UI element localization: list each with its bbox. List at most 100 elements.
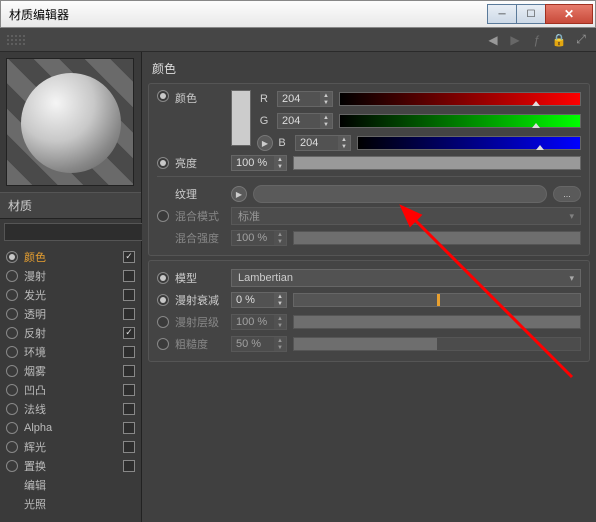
channel-radio[interactable] — [6, 441, 18, 453]
color-swatch[interactable] — [231, 90, 251, 146]
r-slider[interactable] — [339, 92, 581, 106]
falloff-radio[interactable] — [157, 294, 169, 306]
channel-checkbox[interactable] — [123, 270, 135, 282]
color-expand-icon[interactable]: ▶ — [257, 135, 273, 151]
rough-slider[interactable] — [293, 337, 581, 351]
channel-row-8[interactable]: 法线 — [6, 399, 135, 418]
channel-checkbox[interactable] — [123, 289, 135, 301]
channel-radio[interactable] — [6, 422, 18, 434]
channel-row-6[interactable]: 烟雾 — [6, 361, 135, 380]
brightness-spinner[interactable]: 100 %▲▼ — [231, 155, 287, 171]
channel-radio[interactable] — [6, 270, 18, 282]
channel-radio[interactable] — [6, 289, 18, 301]
expand-icon[interactable]: ⤢ — [572, 31, 590, 49]
channel-row-9[interactable]: Alpha — [6, 418, 135, 437]
brightness-label: 亮度 — [175, 155, 225, 171]
channel-label: 漫射 — [24, 268, 117, 284]
texture-label: 纹理 — [175, 186, 225, 202]
window-titlebar: 材质编辑器 — [0, 0, 596, 28]
channel-radio[interactable] — [6, 327, 18, 339]
channel-checkbox[interactable] — [123, 327, 135, 339]
model-radio[interactable] — [157, 272, 169, 284]
brightness-slider[interactable] — [293, 156, 581, 170]
lock-icon[interactable]: 🔒 — [550, 31, 568, 49]
channel-row-10[interactable]: 辉光 — [6, 437, 135, 456]
channel-checkbox[interactable] — [123, 441, 135, 453]
channel-radio[interactable] — [6, 365, 18, 377]
channel-label: 环境 — [24, 344, 117, 360]
sidebar: 材质 ▶ ◎ 颜色漫射发光透明反射环境烟雾凹凸法线Alpha辉光置换编辑光照 — [0, 52, 142, 522]
channel-radio[interactable] — [6, 384, 18, 396]
channel-radio[interactable] — [6, 308, 18, 320]
channel-checkbox[interactable] — [123, 251, 135, 263]
channel-label: 辉光 — [24, 439, 117, 455]
r-spinner[interactable]: 204▲▼ — [277, 91, 333, 107]
rough-spinner[interactable]: 50 %▲▼ — [231, 336, 287, 352]
model-group: 模型 Lambertian 漫射衰减 0 %▲▼ 漫射层级 100 %▲▼ 粗糙… — [148, 260, 590, 362]
texture-play-icon[interactable]: ▶ — [231, 186, 247, 202]
properties-panel: 颜色 颜色 R 204▲▼ G 204▲▼ — [142, 52, 596, 522]
close-button[interactable] — [545, 4, 593, 24]
channel-row-4[interactable]: 反射 — [6, 323, 135, 342]
channel-checkbox[interactable] — [123, 308, 135, 320]
color-group: 颜色 R 204▲▼ G 204▲▼ ▶ B — [148, 83, 590, 256]
preview-sphere — [21, 73, 121, 173]
channel-label: 反射 — [24, 325, 117, 341]
channel-label: Alpha — [24, 422, 117, 434]
channel-row-12[interactable]: 编辑 — [6, 475, 135, 494]
texture-browse-button[interactable]: ... — [553, 186, 581, 202]
channel-checkbox[interactable] — [123, 422, 135, 434]
channel-row-2[interactable]: 发光 — [6, 285, 135, 304]
nav-back-icon[interactable]: ◀ — [484, 31, 502, 49]
b-label: B — [275, 137, 289, 149]
channel-checkbox[interactable] — [123, 346, 135, 358]
nav-fwd-icon[interactable]: ▶ — [506, 31, 524, 49]
model-dropdown[interactable]: Lambertian — [231, 269, 581, 287]
channel-row-0[interactable]: 颜色 — [6, 247, 135, 266]
material-name-input[interactable] — [4, 223, 156, 241]
channel-radio[interactable] — [6, 403, 18, 415]
blendstrength-spinner[interactable]: 100 %▲▼ — [231, 230, 287, 246]
rough-label: 粗糙度 — [175, 336, 225, 352]
channel-row-11[interactable]: 置换 — [6, 456, 135, 475]
channel-label: 法线 — [24, 401, 117, 417]
texture-field[interactable] — [253, 185, 547, 203]
channel-checkbox[interactable] — [123, 403, 135, 415]
function-icon[interactable]: ƒ — [528, 31, 546, 49]
minimize-button[interactable] — [487, 4, 517, 24]
channel-radio[interactable] — [6, 460, 18, 472]
maximize-button[interactable] — [516, 4, 546, 24]
b-spinner[interactable]: 204▲▼ — [295, 135, 351, 151]
rough-radio[interactable] — [157, 338, 169, 350]
blendstrength-slider[interactable] — [293, 231, 581, 245]
blendmode-radio[interactable] — [157, 210, 169, 222]
brightness-radio[interactable] — [157, 157, 169, 169]
grip-icon — [6, 34, 26, 46]
channel-row-1[interactable]: 漫射 — [6, 266, 135, 285]
blendmode-dropdown[interactable]: 标准 — [231, 207, 581, 225]
blendmode-label: 混合模式 — [175, 208, 225, 224]
channel-row-3[interactable]: 透明 — [6, 304, 135, 323]
falloff-slider[interactable] — [293, 293, 581, 307]
channel-label: 发光 — [24, 287, 117, 303]
channel-row-13[interactable]: 光照 — [6, 494, 135, 513]
channel-row-5[interactable]: 环境 — [6, 342, 135, 361]
channel-checkbox[interactable] — [123, 460, 135, 472]
channel-checkbox[interactable] — [123, 384, 135, 396]
level-radio[interactable] — [157, 316, 169, 328]
channel-radio[interactable] — [6, 346, 18, 358]
g-spinner[interactable]: 204▲▼ — [277, 113, 333, 129]
g-label: G — [257, 115, 271, 127]
falloff-spinner[interactable]: 0 %▲▼ — [231, 292, 287, 308]
g-slider[interactable] — [339, 114, 581, 128]
level-slider[interactable] — [293, 315, 581, 329]
color-radio[interactable] — [157, 90, 169, 102]
b-slider[interactable] — [357, 136, 581, 150]
channel-checkbox[interactable] — [123, 365, 135, 377]
channel-radio[interactable] — [6, 251, 18, 263]
channel-label: 光照 — [24, 496, 135, 512]
window-title: 材质编辑器 — [9, 6, 488, 23]
level-spinner[interactable]: 100 %▲▼ — [231, 314, 287, 330]
channel-row-7[interactable]: 凹凸 — [6, 380, 135, 399]
material-preview[interactable] — [6, 58, 134, 186]
